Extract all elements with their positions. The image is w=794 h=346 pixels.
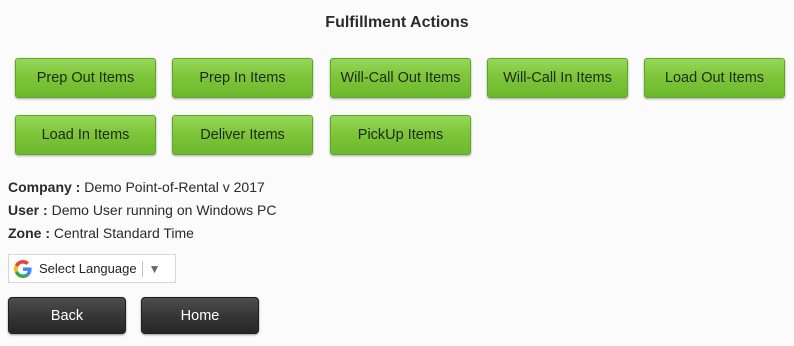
prep-out-items-button[interactable]: Prep Out Items <box>15 58 156 98</box>
page-title: Fulfillment Actions <box>325 14 469 31</box>
chevron-down-icon: ▼ <box>148 261 161 276</box>
user-line: User : Demo User running on Windows PC <box>8 202 276 218</box>
language-divider <box>141 260 143 277</box>
user-value: Demo User running on Windows PC <box>51 202 277 218</box>
company-value: Demo Point-of-Rental v 2017 <box>84 179 265 195</box>
zone-value: Central Standard Time <box>53 225 194 241</box>
home-button[interactable]: Home <box>141 297 259 334</box>
will-call-out-items-button[interactable]: Will-Call Out Items <box>330 58 471 98</box>
prep-in-items-button[interactable]: Prep In Items <box>172 58 313 98</box>
will-call-in-items-button[interactable]: Will-Call In Items <box>487 58 628 98</box>
load-out-items-button[interactable]: Load Out Items <box>644 58 785 98</box>
back-button[interactable]: Back <box>8 297 126 334</box>
language-label: Select Language <box>39 261 137 276</box>
google-g-icon <box>14 259 32 278</box>
user-label: User : <box>8 202 48 218</box>
language-select[interactable]: Select Language ▼ <box>8 254 176 283</box>
load-in-items-button[interactable]: Load In Items <box>15 115 156 155</box>
pickup-items-button[interactable]: PickUp Items <box>330 115 471 155</box>
zone-line: Zone : Central Standard Time <box>8 225 194 241</box>
zone-label: Zone : <box>8 225 50 241</box>
company-line: Company : Demo Point-of-Rental v 2017 <box>8 179 265 195</box>
company-label: Company : <box>8 179 81 195</box>
deliver-items-button[interactable]: Deliver Items <box>172 115 313 155</box>
